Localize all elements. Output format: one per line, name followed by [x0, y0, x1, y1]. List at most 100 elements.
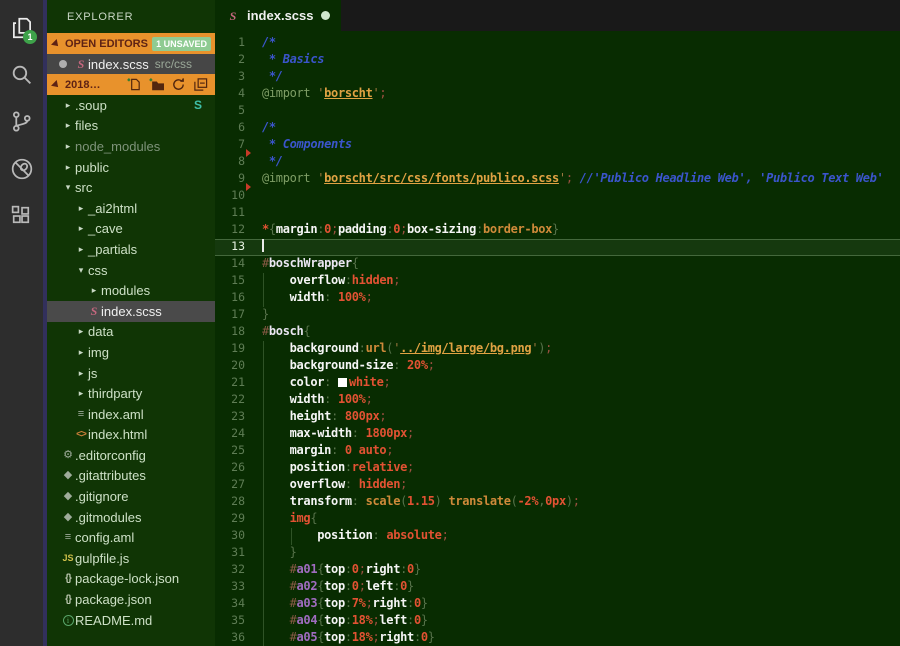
code-line[interactable]: 26 position:relative; — [215, 460, 900, 477]
tree-item-modules[interactable]: ▸modules — [47, 280, 215, 301]
tree-item-js[interactable]: ▸js — [47, 363, 215, 384]
source-control-icon[interactable] — [0, 98, 43, 145]
code-text[interactable]: * Components — [262, 137, 352, 151]
chevron-collapsed-icon[interactable]: ▸ — [74, 244, 88, 255]
code-line[interactable]: 17} — [215, 307, 900, 324]
code-line[interactable]: 9@import 'borscht/src/css/fonts/publico.… — [215, 171, 900, 188]
code-line[interactable]: 27 overflow: hidden; — [215, 477, 900, 494]
code-line[interactable]: 32 #a01{top:0;right:0} — [215, 562, 900, 579]
code-line[interactable]: 1/* — [215, 35, 900, 52]
tree-item--ai2html[interactable]: ▸_ai2html — [47, 198, 215, 219]
code-text[interactable]: width: 100%; — [262, 290, 373, 304]
chevron-expanded-icon[interactable]: ▾ — [74, 265, 88, 276]
code-text[interactable]: overflow:hidden; — [262, 273, 400, 287]
code-text[interactable]: */ — [262, 69, 283, 83]
tree-item-node-modules[interactable]: ▸node_modules — [47, 136, 215, 157]
code-text[interactable]: position:relative; — [262, 460, 414, 474]
code-line[interactable]: 28 transform: scale(1.15) translate(-2%,… — [215, 494, 900, 511]
code-text[interactable]: #a02{top:0;left:0} — [262, 579, 414, 593]
tree-item-files[interactable]: ▸files — [47, 116, 215, 137]
code-text[interactable]: } — [262, 545, 297, 559]
code-line[interactable]: 3 */ — [215, 69, 900, 86]
tree-item-package-json[interactable]: {}package.json — [47, 589, 215, 610]
code-line[interactable]: 16 width: 100%; — [215, 290, 900, 307]
code-text[interactable] — [262, 239, 264, 253]
new-file-icon[interactable] — [127, 77, 142, 92]
code-editor[interactable]: 1/*2 * Basics3 */4@import 'borscht';56/*… — [215, 31, 900, 646]
open-editor-item[interactable]: S index.scss src/css — [47, 54, 215, 74]
code-text[interactable]: margin: 0 auto; — [262, 443, 393, 457]
code-text[interactable]: color: white; — [262, 375, 390, 389]
code-text[interactable]: } — [262, 307, 269, 321]
code-text[interactable]: overflow: hidden; — [262, 477, 407, 491]
code-line[interactable]: 24 max-width: 1800px; — [215, 426, 900, 443]
code-text[interactable]: /* — [262, 120, 276, 134]
tree-item-gulpfile-js[interactable]: JSgulpfile.js — [47, 548, 215, 569]
code-text[interactable]: @import 'borscht'; — [262, 86, 386, 100]
chevron-collapsed-icon[interactable]: ▸ — [74, 326, 88, 337]
tree-item--partials[interactable]: ▸_partials — [47, 239, 215, 260]
code-line[interactable]: 8 */ — [215, 154, 900, 171]
tree-item-index-aml[interactable]: ≡index.aml — [47, 404, 215, 425]
code-line[interactable]: 14#boschWrapper{ — [215, 256, 900, 273]
tree-item-readme-md[interactable]: iREADME.md — [47, 610, 215, 631]
code-text[interactable]: #a03{top:7%;right:0} — [262, 596, 428, 610]
code-line[interactable]: 5 — [215, 103, 900, 120]
tree-item-thirdparty[interactable]: ▸thirdparty — [47, 383, 215, 404]
chevron-collapsed-icon[interactable]: ▸ — [74, 388, 88, 399]
tree-item--gitignore[interactable]: ◆.gitignore — [47, 486, 215, 507]
tree-item-index-html[interactable]: <>index.html — [47, 425, 215, 446]
code-line[interactable]: 18#bosch{ — [215, 324, 900, 341]
chevron-collapsed-icon[interactable]: ▸ — [74, 347, 88, 358]
tree-item--soup[interactable]: ▸.soupS — [47, 95, 215, 116]
tree-item--cave[interactable]: ▸_cave — [47, 219, 215, 240]
code-text[interactable]: img{ — [262, 511, 317, 525]
tree-item-data[interactable]: ▸data — [47, 322, 215, 343]
code-line[interactable]: 4@import 'borscht'; — [215, 86, 900, 103]
extensions-icon[interactable] — [0, 192, 43, 239]
new-folder-icon[interactable] — [149, 77, 164, 92]
tree-item--gitmodules[interactable]: ◆.gitmodules — [47, 507, 215, 528]
chevron-collapsed-icon[interactable]: ▸ — [61, 141, 75, 152]
code-line[interactable]: 29 img{ — [215, 511, 900, 528]
code-line[interactable]: 31 } — [215, 545, 900, 562]
code-line[interactable]: 21 color: white; — [215, 375, 900, 392]
chevron-collapsed-icon[interactable]: ▸ — [87, 285, 101, 296]
code-line[interactable]: 15 overflow:hidden; — [215, 273, 900, 290]
code-line[interactable]: 6/* — [215, 120, 900, 137]
code-line[interactable]: 20 background-size: 20%; — [215, 358, 900, 375]
code-text[interactable]: background:url('../img/large/bg.png'); — [262, 341, 552, 355]
folder-section-header[interactable]: 2018… — [47, 74, 215, 95]
code-line[interactable]: 35 #a04{top:18%;left:0} — [215, 613, 900, 630]
code-line[interactable]: 23 height: 800px; — [215, 409, 900, 426]
code-line[interactable]: 34 #a03{top:7%;right:0} — [215, 596, 900, 613]
code-line[interactable]: 12*{margin:0;padding:0;box-sizing:border… — [215, 222, 900, 239]
search-icon[interactable] — [0, 51, 43, 98]
tree-item-src[interactable]: ▾src — [47, 177, 215, 198]
chevron-expanded-icon[interactable]: ▾ — [61, 182, 75, 193]
chevron-collapsed-icon[interactable]: ▸ — [61, 162, 75, 173]
tree-item--gitattributes[interactable]: ◆.gitattributes — [47, 466, 215, 487]
code-text[interactable]: @import 'borscht/src/css/fonts/publico.s… — [262, 171, 883, 185]
code-line[interactable]: 33 #a02{top:0;left:0} — [215, 579, 900, 596]
code-line[interactable]: 2 * Basics — [215, 52, 900, 69]
tree-item--editorconfig[interactable]: ⚙.editorconfig — [47, 445, 215, 466]
code-line[interactable]: 36 #a05{top:18%;right:0} — [215, 630, 900, 646]
color-swatch[interactable] — [338, 378, 347, 387]
debug-icon[interactable] — [0, 145, 43, 192]
code-line[interactable]: 30 position: absolute; — [215, 528, 900, 545]
chevron-collapsed-icon[interactable]: ▸ — [74, 223, 88, 234]
chevron-collapsed-icon[interactable]: ▸ — [61, 120, 75, 131]
code-line[interactable]: 7 * Components — [215, 137, 900, 154]
code-line[interactable]: 25 margin: 0 auto; — [215, 443, 900, 460]
explorer-icon[interactable]: 1 — [0, 4, 43, 51]
code-line[interactable]: 22 width: 100%; — [215, 392, 900, 409]
code-text[interactable]: #a01{top:0;right:0} — [262, 562, 421, 576]
code-text[interactable]: #a05{top:18%;right:0} — [262, 630, 435, 644]
code-text[interactable]: */ — [262, 154, 283, 168]
code-text[interactable]: background-size: 20%; — [262, 358, 435, 372]
open-editors-header[interactable]: OPEN EDITORS 1 UNSAVED — [47, 33, 215, 54]
tree-item-img[interactable]: ▸img — [47, 342, 215, 363]
code-text[interactable]: height: 800px; — [262, 409, 386, 423]
code-text[interactable]: #bosch{ — [262, 324, 310, 338]
